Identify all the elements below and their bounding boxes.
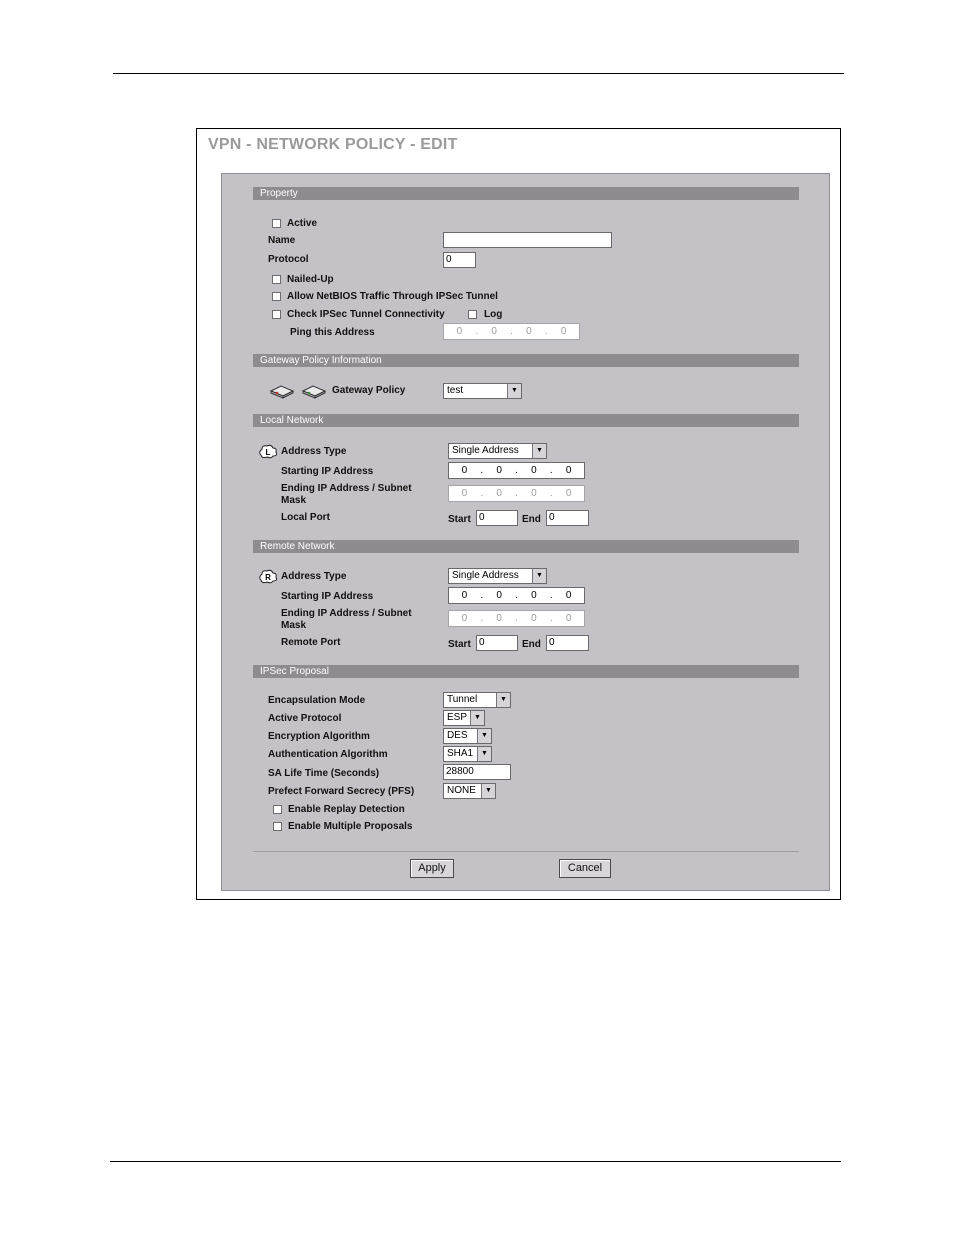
policy-form: Property Active Name Protocol 0 Nailed-U… <box>221 173 830 891</box>
local-end-ip-input[interactable]: 0. 0. 0. 0 <box>448 485 585 502</box>
chevron-down-icon: ▼ <box>532 569 546 583</box>
active-checkbox[interactable] <box>272 219 281 228</box>
local-end-ip-label: Ending IP Address / Subnet Mask <box>281 483 412 506</box>
section-local-header: Local Network <box>253 414 799 427</box>
local-address-type-select[interactable]: Single Address ▼ <box>448 443 547 459</box>
netbios-label: Allow NetBIOS Traffic Through IPSec Tunn… <box>287 291 498 302</box>
section-gateway-header: Gateway Policy Information <box>253 354 799 367</box>
cancel-button[interactable]: Cancel <box>559 859 611 878</box>
remote-port-start-label: Start <box>448 639 471 650</box>
remote-port-label: Remote Port <box>281 637 341 648</box>
remote-start-ip-label: Starting IP Address <box>281 591 374 602</box>
local-port-start-input[interactable]: 0 <box>476 510 518 526</box>
screenshot-frame: VPN - NETWORK POLICY - EDIT Property Act… <box>196 128 841 900</box>
chevron-down-icon: ▼ <box>507 384 521 398</box>
svg-text:R: R <box>265 573 271 582</box>
chevron-down-icon: ▼ <box>470 711 484 725</box>
pfs-select[interactable]: NONE ▼ <box>443 783 496 799</box>
remote-port-end-label: End <box>522 639 541 650</box>
remote-address-type-select[interactable]: Single Address ▼ <box>448 568 547 584</box>
encapsulation-mode-select[interactable]: Tunnel ▼ <box>443 692 511 708</box>
local-port-start-label: Start <box>448 514 471 525</box>
bottom-rule <box>110 1161 841 1162</box>
local-port-end-label: End <box>522 514 541 525</box>
replay-detection-checkbox[interactable] <box>273 805 282 814</box>
section-property-header: Property <box>253 187 799 200</box>
name-label: Name <box>268 235 296 246</box>
ping-address-input[interactable]: 0. 0. 0. 0 <box>443 323 580 340</box>
chevron-down-icon: ▼ <box>477 747 491 761</box>
pfs-label: Prefect Forward Secrecy (PFS) <box>268 786 415 797</box>
top-rule <box>113 73 844 74</box>
authentication-algorithm-label: Authentication Algorithm <box>268 749 388 760</box>
multiple-proposals-checkbox[interactable] <box>273 822 282 831</box>
sa-lifetime-input[interactable]: 28800 <box>443 764 511 780</box>
multiple-proposals-label: Enable Multiple Proposals <box>288 821 413 832</box>
check-connectivity-checkbox[interactable] <box>272 310 281 319</box>
remote-port-end-input[interactable]: 0 <box>546 635 589 651</box>
active-protocol-select[interactable]: ESP ▼ <box>443 710 485 726</box>
check-connectivity-label: Check IPSec Tunnel Connectivity <box>287 309 445 320</box>
svg-text:L: L <box>266 448 271 457</box>
chevron-down-icon: ▼ <box>496 693 510 707</box>
local-start-ip-label: Starting IP Address <box>281 466 374 477</box>
section-ipsec-header: IPSec Proposal <box>253 665 799 678</box>
encryption-algorithm-select[interactable]: DES ▼ <box>443 728 492 744</box>
section-remote-header: Remote Network <box>253 540 799 553</box>
nailed-up-checkbox[interactable] <box>272 275 281 284</box>
remote-end-ip-input[interactable]: 0. 0. 0. 0 <box>448 610 585 627</box>
local-port-label: Local Port <box>281 512 330 523</box>
chevron-down-icon: ▼ <box>477 729 491 743</box>
protocol-input[interactable]: 0 <box>443 252 476 268</box>
log-checkbox[interactable] <box>468 310 477 319</box>
local-network-icon: L <box>259 444 278 459</box>
vpn-gateway-icon <box>269 385 327 399</box>
authentication-algorithm-select[interactable]: SHA1 ▼ <box>443 746 492 762</box>
remote-network-icon: R <box>259 569 278 584</box>
gateway-policy-label: Gateway Policy <box>332 385 406 396</box>
active-label: Active <box>287 218 318 229</box>
chevron-down-icon: ▼ <box>532 444 546 458</box>
page-title: VPN - NETWORK POLICY - EDIT <box>208 136 458 153</box>
local-port-end-input[interactable]: 0 <box>546 510 589 526</box>
remote-address-type-label: Address Type <box>281 571 347 582</box>
ping-address-label: Ping this Address <box>290 327 375 338</box>
log-label: Log <box>484 309 503 320</box>
remote-start-ip-input[interactable]: 0. 0. 0. 0 <box>448 587 585 604</box>
active-protocol-label: Active Protocol <box>268 713 342 724</box>
gateway-policy-select[interactable]: test ▼ <box>443 383 522 399</box>
apply-button[interactable]: Apply <box>410 859 454 878</box>
form-separator <box>253 851 799 852</box>
netbios-checkbox[interactable] <box>272 292 281 301</box>
encryption-algorithm-label: Encryption Algorithm <box>268 731 370 742</box>
local-start-ip-input[interactable]: 0. 0. 0. 0 <box>448 462 585 479</box>
remote-end-ip-label: Ending IP Address / Subnet Mask <box>281 608 412 631</box>
name-input[interactable] <box>443 232 612 248</box>
protocol-label: Protocol <box>268 254 309 265</box>
replay-detection-label: Enable Replay Detection <box>288 804 405 815</box>
local-address-type-label: Address Type <box>281 446 347 457</box>
encapsulation-mode-label: Encapsulation Mode <box>268 695 366 706</box>
nailed-up-label: Nailed-Up <box>287 274 334 285</box>
chevron-down-icon: ▼ <box>481 784 495 798</box>
sa-lifetime-label: SA Life Time (Seconds) <box>268 768 380 779</box>
remote-port-start-input[interactable]: 0 <box>476 635 518 651</box>
